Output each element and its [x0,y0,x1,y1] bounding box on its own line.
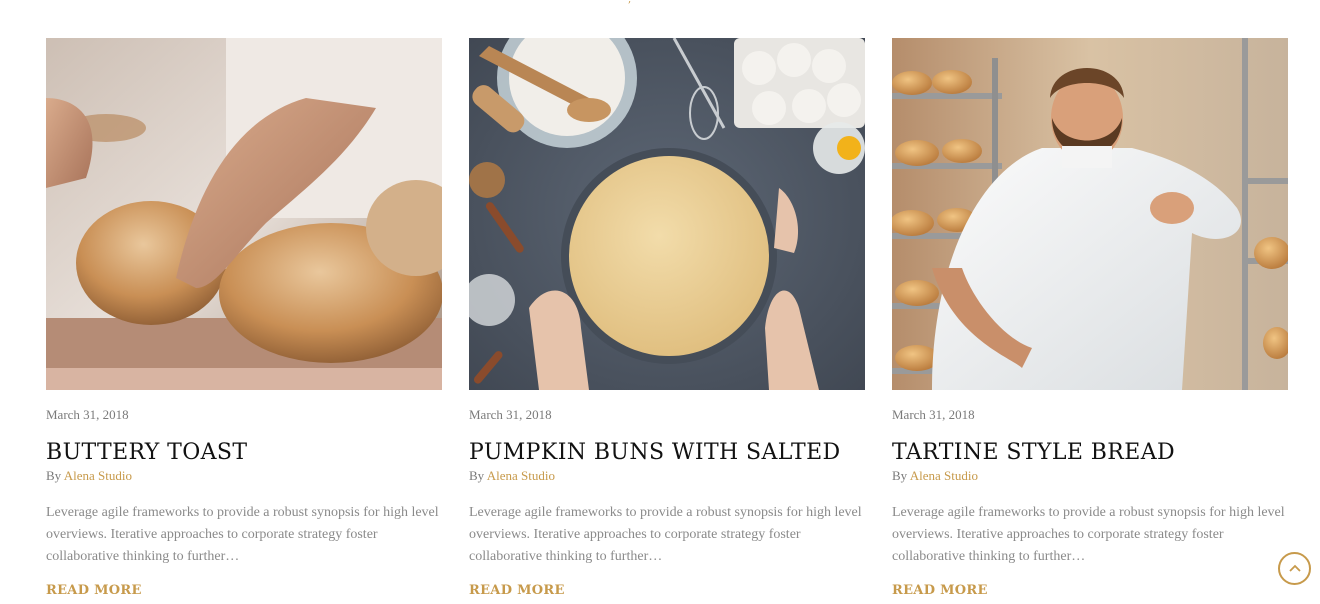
author-link[interactable]: Alena Studio [487,468,555,483]
author-link[interactable]: Alena Studio [64,468,132,483]
post-title[interactable]: BUTTERY TOAST [46,440,442,465]
blog-post-grid: March 31, 2018 BUTTERY TOAST By Alena St… [46,38,1288,598]
post-excerpt: Leverage agile frameworks to provide a r… [46,505,439,565]
read-more-link[interactable]: READ MORE [469,583,565,598]
blog-card: March 31, 2018 PUMPKIN BUNS WITH SALTED … [469,38,865,598]
baker-portrait-image [892,38,1288,390]
author-link[interactable]: Alena Studio [910,468,978,483]
post-date: March 31, 2018 [46,407,129,422]
read-more-link[interactable]: READ MORE [892,583,988,598]
post-byline: By Alena Studio [892,468,1288,484]
bread-loaves-image [46,38,442,390]
blog-card: March 31, 2018 TARTINE STYLE BREAD By Al… [892,38,1288,598]
post-date: March 31, 2018 [469,407,552,422]
blog-card: March 31, 2018 BUTTERY TOAST By Alena St… [46,38,442,598]
post-date: March 31, 2018 [892,407,975,422]
post-image-pumpkin-buns[interactable] [469,38,865,390]
back-to-top-button[interactable] [1278,552,1311,585]
post-image-buttery-toast[interactable] [46,38,442,390]
read-more-link[interactable]: READ MORE [46,583,142,598]
post-excerpt: Leverage agile frameworks to provide a r… [469,505,862,565]
post-byline: By Alena Studio [46,468,442,484]
by-label: By [46,468,62,484]
post-title[interactable]: PUMPKIN BUNS WITH SALTED [469,440,865,465]
chevron-up-icon [1288,564,1301,572]
dough-bowl-image [469,38,865,390]
post-image-tartine-bread[interactable] [892,38,1288,390]
post-excerpt: Leverage agile frameworks to provide a r… [892,505,1285,565]
post-title[interactable]: TARTINE STYLE BREAD [892,440,1288,465]
post-byline: By Alena Studio [469,468,865,484]
by-label: By [892,468,908,484]
by-label: By [469,468,485,484]
